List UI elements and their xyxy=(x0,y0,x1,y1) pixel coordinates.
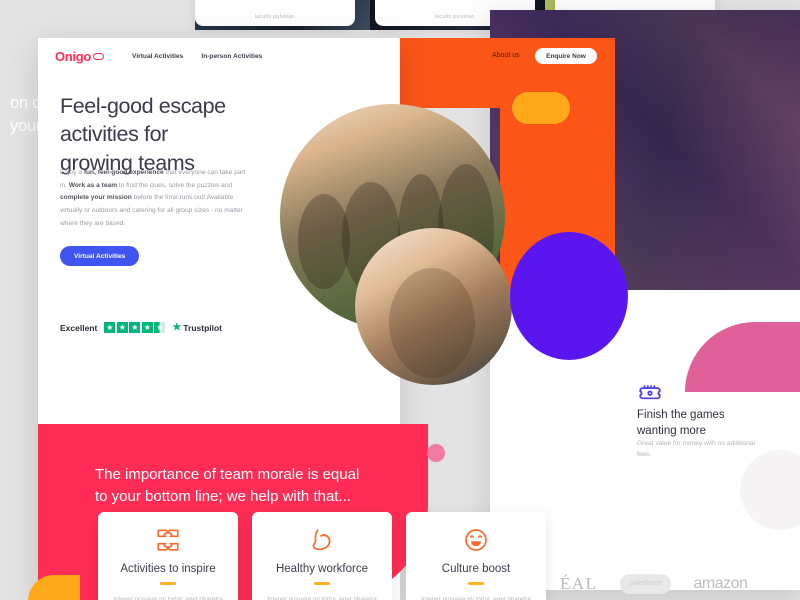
amazon-logo: amazon xyxy=(693,575,748,592)
trustpilot-star-filled: ★ xyxy=(129,322,141,333)
violet-circle-shape xyxy=(510,232,628,360)
logo-pill-icon xyxy=(93,52,105,60)
feature-card-divider xyxy=(314,582,330,585)
yellow-corner-shape xyxy=(28,575,80,600)
feature-card[interactable]: Healthy workforce Integer posuere mi tor… xyxy=(252,512,392,600)
trustpilot-brand[interactable]: ★ Trustpilot xyxy=(172,322,222,333)
background-card-text: iaculis pulvinar. xyxy=(254,14,296,20)
pink-section-heading: The importance of team morale is equal t… xyxy=(95,464,385,508)
feature-card-body: Integer posuere mi tortor, eget pharetra… xyxy=(421,595,531,600)
nav-link-virtual-activities[interactable]: Virtual Activities xyxy=(132,53,183,60)
partner-logos: ÉAL salesforce amazon xyxy=(560,568,800,600)
puzzle-icon xyxy=(155,527,181,553)
trustpilot-rating-word: Excellent xyxy=(60,322,98,333)
hero-heading: Feel-good escape activities for growing … xyxy=(60,92,290,177)
salesforce-logo: salesforce xyxy=(619,574,672,594)
hero-photo-woman-glasses xyxy=(355,228,512,385)
trustpilot-brand-label: Trustpilot xyxy=(183,322,223,333)
trustpilot-star-filled: ★ xyxy=(116,322,128,333)
trustpilot-star-filled: ★ xyxy=(104,322,116,333)
enquire-now-button[interactable]: Enquire Now xyxy=(535,48,597,64)
virtual-activities-button[interactable]: Virtual Activities xyxy=(60,246,140,266)
right-feature-title-line2: wanting more xyxy=(637,424,707,437)
feature-card[interactable]: Activities to inspire Integer posuere mi… xyxy=(98,512,238,600)
hero-lead-paragraph: Enjoy a fun, feel-good experience that e… xyxy=(60,169,246,227)
trustpilot-stars: ★ ★ ★ ★ ★ xyxy=(104,322,166,333)
about-us-link[interactable]: About us xyxy=(492,52,520,59)
feature-card-title: Activities to inspire xyxy=(120,563,216,575)
pink-heading-line2: to your bottom line; we help with that..… xyxy=(95,487,351,505)
ticket-icon xyxy=(637,380,663,406)
main-navbar: Onigo Virtual Activities In-person Activ… xyxy=(38,38,400,74)
feature-card[interactable]: Culture boost Integer posuere mi tortor,… xyxy=(406,512,546,600)
logo-text: Onigo xyxy=(55,48,92,64)
trustpilot-star-icon: ★ xyxy=(172,322,182,333)
hero-heading-line2: activities for xyxy=(60,122,168,147)
trustpilot-star-half: ★ xyxy=(154,322,166,333)
feature-card-body: Integer posuere mi tortor, eget pharetra… xyxy=(113,595,223,600)
trustpilot-star-filled: ★ xyxy=(141,322,153,333)
feature-card-divider xyxy=(468,582,484,585)
pink-heading-line1: The importance of team morale is equal xyxy=(95,466,360,483)
right-feature-title-line1: Finish the games xyxy=(637,409,725,421)
right-page-feature-body: Great value for money with no additional… xyxy=(637,440,756,458)
background-card: iaculis pulvinar. xyxy=(195,0,355,26)
feature-card-title: Culture boost xyxy=(441,563,511,575)
nav-link-inperson-activities[interactable]: In-person Activities xyxy=(201,53,262,60)
pink-dot-shape xyxy=(427,444,445,462)
hero-heading-line1: Feel-good escape xyxy=(60,94,226,118)
feature-card-row: Activities to inspire Integer posuere mi… xyxy=(98,512,546,600)
feature-card-divider xyxy=(160,582,176,585)
muscle-icon xyxy=(309,527,335,553)
feature-card-body: Integer posuere mi tortor, eget pharetra… xyxy=(267,595,377,600)
nav-links: Virtual Activities In-person Activities xyxy=(132,53,262,60)
hero-cta-buttons: Virtual Activities In-person Activities xyxy=(60,246,140,266)
background-card-text: iaculis pulvinar. xyxy=(434,14,476,20)
screenshot-stage: iaculis pulvinar. iaculis pulvinar. iacu… xyxy=(0,0,800,600)
onigo-logo[interactable]: Onigo xyxy=(55,48,105,64)
trustpilot-rating: Excellent ★ ★ ★ ★ ★ ★ Trustpilot xyxy=(60,322,222,333)
yellow-pill-shape xyxy=(512,92,570,124)
right-page-feature-title: Finish the games wanting more xyxy=(637,408,767,439)
loreal-logo: ÉAL xyxy=(560,574,598,593)
smiley-icon xyxy=(463,527,489,553)
feature-card-title: Healthy workforce xyxy=(275,563,369,575)
